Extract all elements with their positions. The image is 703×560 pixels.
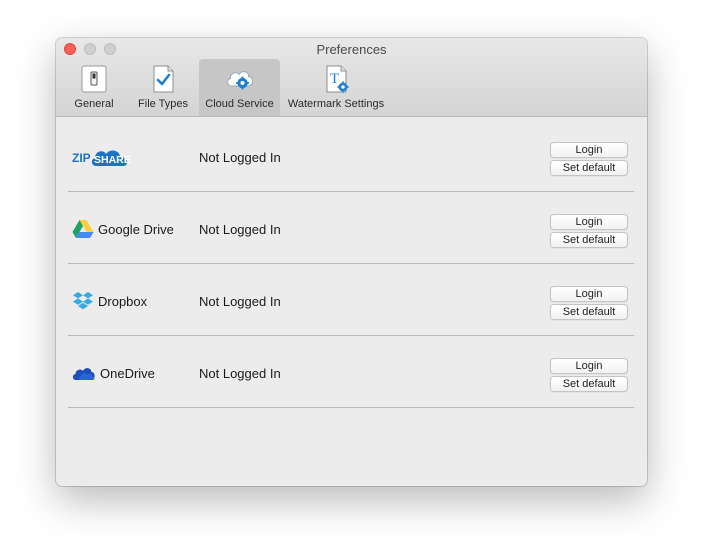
preferences-toolbar: General File Types Cloud Service T Water… — [56, 59, 647, 116]
service-row-google-drive: Google Drive Not Logged In Login Set def… — [68, 192, 634, 264]
switch-icon — [81, 65, 107, 93]
tab-label: General — [74, 98, 114, 110]
service-status: Not Logged In — [199, 150, 281, 165]
onedrive-login-button[interactable]: Login — [550, 358, 628, 374]
dropbox-icon — [73, 292, 93, 310]
tab-watermark-settings[interactable]: T Watermark Settings — [282, 59, 390, 116]
google-drive-icon — [72, 220, 94, 238]
text-gear-icon: T — [326, 65, 349, 93]
service-status: Not Logged In — [199, 222, 281, 237]
dropbox-login-button[interactable]: Login — [550, 286, 628, 302]
zipshare-logo: ZIP SHARE — [72, 142, 134, 172]
google-drive-login-button[interactable]: Login — [550, 214, 628, 230]
titlebar: Preferences General File Types Cloud Ser… — [56, 38, 647, 117]
row-divider — [68, 407, 634, 408]
tab-label: Watermark Settings — [287, 98, 385, 110]
dropbox-logo: Dropbox — [72, 286, 147, 316]
zipshare-logo-share: SHARE — [94, 154, 131, 166]
google-drive-logo: Google Drive — [72, 214, 174, 244]
service-name: Google Drive — [98, 221, 174, 237]
tab-general[interactable]: General — [66, 59, 122, 116]
service-status: Not Logged In — [199, 366, 281, 381]
svg-text:T: T — [330, 71, 339, 87]
zipshare-set-default-button[interactable]: Set default — [550, 160, 628, 176]
service-status: Not Logged In — [199, 294, 281, 309]
onedrive-set-default-button[interactable]: Set default — [550, 376, 628, 392]
preferences-window: Preferences General File Types Cloud Ser… — [56, 38, 647, 486]
tab-cloud-service[interactable]: Cloud Service — [199, 59, 280, 116]
service-row-onedrive: OneDrive Not Logged In Login Set default — [68, 336, 634, 408]
dropbox-set-default-button[interactable]: Set default — [550, 304, 628, 320]
zipshare-logo-mark: ZIP SHARE — [72, 150, 131, 166]
service-name: Dropbox — [98, 293, 148, 309]
document-check-icon — [153, 65, 174, 93]
service-name: OneDrive — [100, 365, 155, 381]
service-row-dropbox: Dropbox Not Logged In Login Set default — [68, 264, 634, 336]
onedrive-logo: OneDrive — [72, 358, 155, 388]
tab-label: Cloud Service — [205, 98, 274, 110]
cloud-service-pane: ZIP SHARE Not Logged In Login Set defaul… — [56, 117, 647, 486]
service-row-zipshare: ZIP SHARE Not Logged In Login Set defaul… — [68, 120, 634, 192]
window-title: Preferences — [316, 42, 387, 57]
cloud-gear-icon — [226, 71, 253, 90]
google-drive-set-default-button[interactable]: Set default — [550, 232, 628, 248]
tab-file-types[interactable]: File Types — [132, 59, 194, 116]
zipshare-login-button[interactable]: Login — [550, 142, 628, 158]
tab-label: File Types — [138, 98, 188, 110]
onedrive-icon — [72, 368, 95, 380]
zipshare-logo-zip: ZIP — [72, 151, 91, 165]
